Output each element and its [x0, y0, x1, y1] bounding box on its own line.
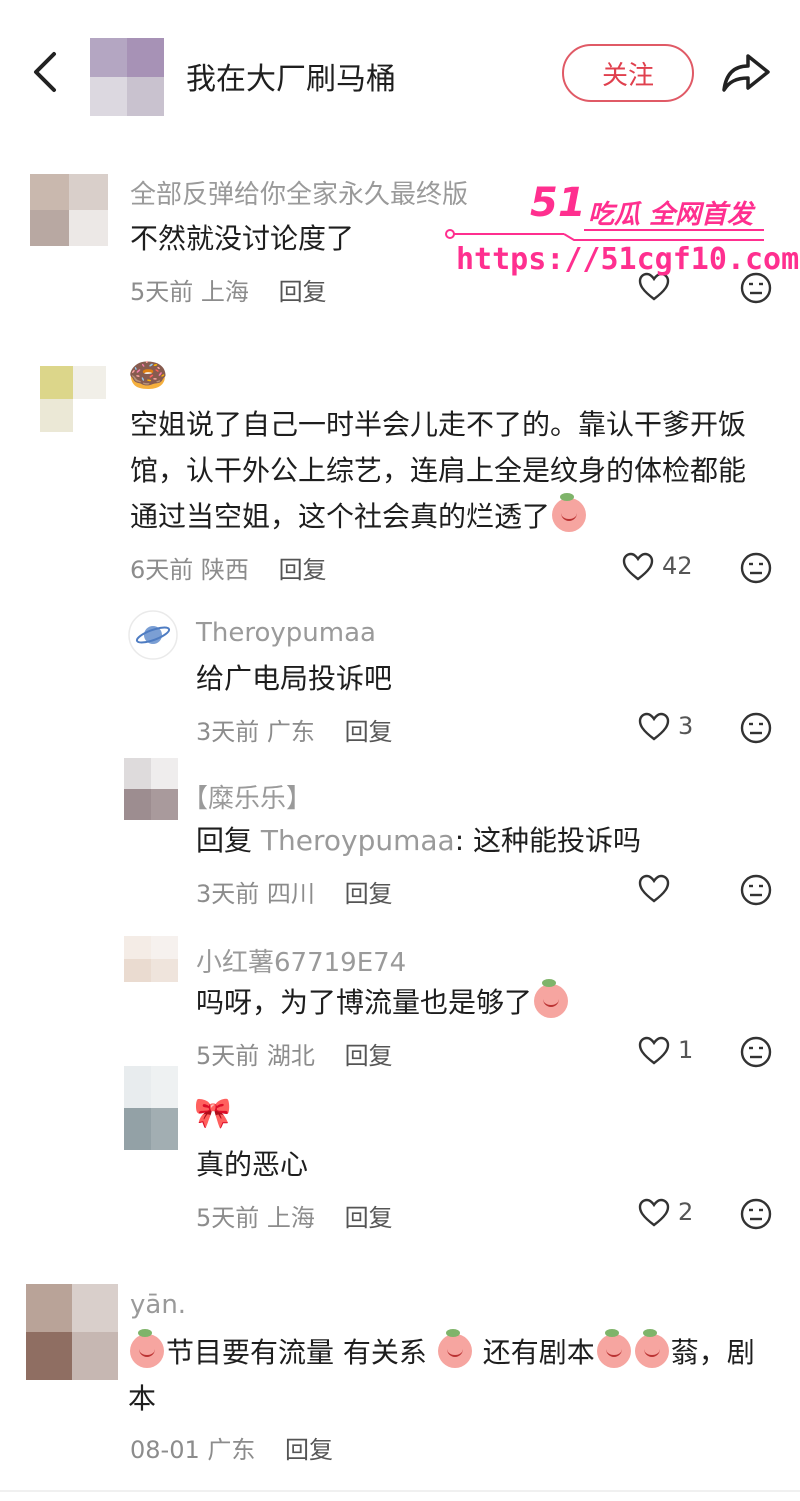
reply-target-name[interactable]: Theroypumaa [261, 824, 455, 857]
commenter-name[interactable]: 【糜乐乐】 [182, 778, 312, 815]
commenter-name[interactable]: 全部反弹给你全家永久最终版 [130, 174, 468, 211]
watermark-brand-number: 51 [530, 180, 586, 226]
comment-item: 🍩 空姐说了自己一时半会儿走不了的。靠认干爹开饭 馆，认干外公上综艺，连肩上全是… [0, 350, 800, 600]
comment-text: 空姐说了自己一时半会儿走不了的。靠认干爹开饭 馆，认干外公上综艺，连肩上全是纹身… [130, 402, 780, 540]
blush-face-emoji-icon [634, 1329, 669, 1368]
comment-time: 5天前 [130, 278, 194, 306]
comment-text-line-part: 通过当空姐，这个社会真的烂透了 [130, 500, 551, 533]
comment-meta: 5天前 上海 回复 [130, 272, 327, 307]
comment-location: 上海 [266, 1204, 315, 1232]
heart-outline-icon[interactable] [622, 552, 654, 582]
commenter-avatar[interactable] [30, 174, 108, 246]
heart-outline-icon[interactable] [638, 712, 670, 742]
heart-outline-icon[interactable] [638, 874, 670, 904]
comment-text: 不然就没讨论度了 [130, 222, 355, 255]
reply-item: 【糜乐乐】 回复 Theroypumaa: 这种能投诉吗 3天前 四川 回复 [0, 758, 800, 918]
commenter-name[interactable]: 🎀 [194, 1096, 231, 1131]
neutral-face-icon[interactable] [740, 712, 772, 744]
reply-button[interactable]: 回复 [345, 1204, 393, 1232]
like-count: 42 [662, 552, 693, 580]
blush-face-emoji-icon [437, 1329, 472, 1368]
comment-time: 6天前 [130, 556, 194, 584]
comment-meta: 3天前 广东 回复 [196, 712, 393, 747]
comment-text-part: 还有剧本 [473, 1336, 595, 1369]
heart-outline-icon[interactable] [638, 1036, 670, 1066]
comment-time: 5天前 [196, 1204, 260, 1232]
sweat-face-emoji-icon [534, 979, 569, 1018]
comment-text-part: 吗呀，为了博流量也是够了 [196, 986, 533, 1019]
comment-time: 3天前 [196, 718, 260, 746]
commenter-name[interactable]: 小红薯67719E74 [196, 942, 406, 979]
author-avatar[interactable] [90, 38, 164, 116]
comment-text-part: 蓊，剧 [670, 1336, 755, 1369]
blush-face-emoji-icon [596, 1329, 631, 1368]
watermark-url: https://51cgf10.com [456, 242, 800, 277]
commenter-name[interactable]: Theroypumaa [196, 618, 376, 648]
comment-meta: 5天前 上海 回复 [196, 1198, 393, 1233]
comment-time: 3天前 [196, 880, 260, 908]
commenter-avatar[interactable] [26, 1284, 118, 1380]
comment-meta: 6天前 陕西 回复 [130, 550, 327, 585]
comment-meta: 08-01 广东 回复 [130, 1430, 333, 1465]
comment-text: 真的恶心 [196, 1148, 309, 1181]
follow-button[interactable]: 关注 [562, 44, 694, 102]
comment-text-line: 空姐说了自己一时半会儿走不了的。靠认干爹开饭 [130, 408, 747, 441]
chevron-left-icon[interactable] [28, 48, 64, 96]
comment-text-part: : 这种能投诉吗 [454, 824, 642, 857]
blush-face-emoji-icon [130, 1329, 164, 1368]
comment-text-line: 节目要有流量 有关系 还有剧本 蓊，剧 [128, 1329, 778, 1376]
reply-prefix: 回复 [196, 824, 253, 857]
neutral-face-icon[interactable] [740, 552, 772, 584]
like-count: 2 [678, 1198, 694, 1226]
comment-time: 08-01 [130, 1436, 200, 1464]
commenter-avatar[interactable] [124, 1066, 178, 1150]
comment-location: 陕西 [200, 556, 249, 584]
reply-button[interactable]: 回复 [279, 556, 327, 584]
comment-location: 上海 [200, 278, 249, 306]
reply-button[interactable]: 回复 [285, 1436, 333, 1464]
like-count: 3 [678, 712, 694, 740]
comment-text: 回复 Theroypumaa: 这种能投诉吗 [196, 818, 641, 864]
comment-text-line: 通过当空姐，这个社会真的烂透了 [130, 493, 780, 540]
header-bar: 我在大厂刷马桶 关注 [0, 0, 800, 140]
reply-item: Theroypumaa 给广电局投诉吧 3天前 广东 回复 3 [0, 608, 800, 758]
comment-text-line: 馆，认干外公上综艺，连肩上全是纹身的体检都能 [130, 454, 747, 487]
commenter-avatar[interactable] [124, 936, 178, 982]
crying-face-emoji-icon [552, 493, 587, 532]
reply-button[interactable]: 回复 [279, 278, 327, 306]
neutral-face-icon[interactable] [740, 1198, 772, 1230]
reply-item: 小红薯67719E74 吗呀，为了博流量也是够了 5天前 湖北 回复 1 [0, 920, 800, 1080]
comment-location: 广东 [266, 718, 315, 746]
reply-item: 🎀 真的恶心 5天前 上海 回复 2 [0, 1066, 800, 1246]
commenter-avatar[interactable] [40, 366, 106, 432]
comment-item: yān. 节目要有流量 有关系 还有剧本 蓊，剧 本 08-01 广东 回复 [0, 1280, 800, 1480]
comment-meta: 3天前 四川 回复 [196, 874, 393, 909]
reply-button[interactable]: 回复 [345, 718, 393, 746]
reply-button[interactable]: 回复 [345, 880, 393, 908]
author-name[interactable]: 我在大厂刷马桶 [186, 54, 396, 98]
planet-avatar-icon[interactable] [128, 610, 178, 660]
heart-outline-icon[interactable] [638, 1198, 670, 1228]
comment-text: 吗呀，为了博流量也是够了 [196, 979, 570, 1026]
bottom-divider [0, 1490, 800, 1492]
watermark: 51 吃瓜 全网首发 https://51cgf10.com [440, 180, 799, 290]
comment-text: 节目要有流量 有关系 还有剧本 蓊，剧 本 [128, 1329, 778, 1422]
neutral-face-icon[interactable] [740, 1036, 772, 1068]
comment-text-part: 节目要有流量 有关系 [166, 1336, 427, 1369]
comment-location: 四川 [266, 880, 315, 908]
watermark-circuit-line [445, 229, 764, 241]
commenter-avatar[interactable] [124, 758, 178, 820]
commenter-name[interactable]: 🍩 [128, 356, 168, 394]
share-arrow-icon[interactable] [720, 48, 772, 96]
comment-text: 给广电局投诉吧 [196, 662, 393, 695]
comment-text-line: 本 [128, 1382, 157, 1415]
like-count: 1 [678, 1036, 694, 1064]
neutral-face-icon[interactable] [740, 874, 772, 906]
commenter-name[interactable]: yān. [130, 1290, 186, 1320]
comment-location: 广东 [207, 1436, 256, 1464]
